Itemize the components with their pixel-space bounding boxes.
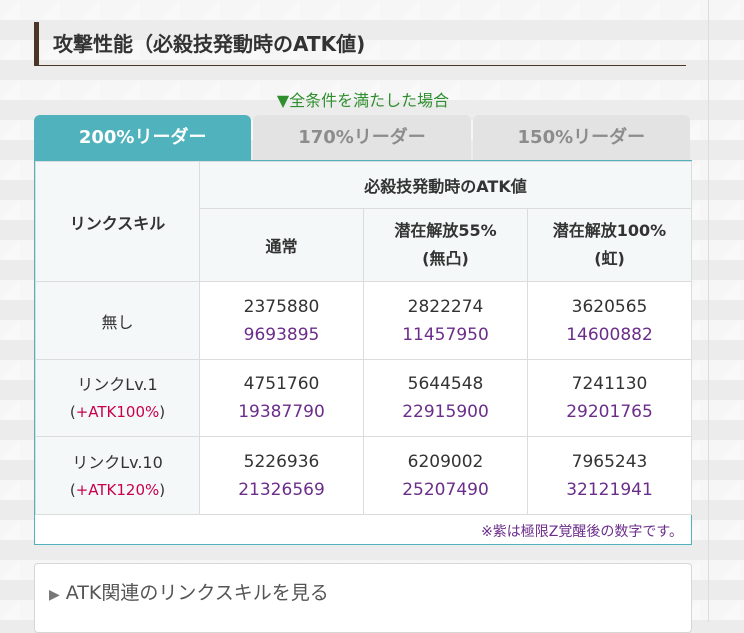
- atk-value: 4751760: [243, 374, 320, 394]
- col-header-label: 通常: [265, 237, 298, 256]
- atk-value-awakened: 29201765: [566, 402, 653, 422]
- value-cell: 5644548 22915900: [363, 359, 528, 437]
- expander-label: ATK関連のリンクスキルを見る: [65, 582, 329, 604]
- link-skill-expander[interactable]: ▶ ATK関連のリンクスキルを見る: [34, 563, 692, 633]
- row-label: 無し: [101, 312, 134, 332]
- value-cell: 4751760 19387790: [199, 359, 364, 437]
- tab-200-leader[interactable]: 200%リーダー: [34, 115, 252, 161]
- atk-value-awakened: 25207490: [402, 479, 489, 500]
- value-cell: 6209002 25207490: [363, 436, 528, 515]
- atk-group-header: 必殺技発動時のATK値: [198, 161, 693, 209]
- col-header-normal: 通常: [199, 208, 364, 282]
- col-header-sublabel: (虹): [594, 249, 625, 268]
- atk-value: 5644548: [407, 374, 484, 394]
- table-row: リンクLv.1 (+ATK100%) 4751760 19387790 5644…: [35, 359, 693, 437]
- atk-value: 5226936: [243, 451, 320, 472]
- paren-close: ): [159, 403, 166, 421]
- atk-table: リンクスキル 必殺技発動時のATK値 通常 潜在解放55% (無凸) 潜在解放1…: [35, 161, 693, 515]
- value-cell: 3620565 14600882: [526, 281, 693, 360]
- table-row: リンクLv.10 (+ATK120%) 5226936 21326569 620…: [35, 436, 693, 515]
- atk-value-awakened: 9693895: [243, 324, 320, 345]
- atk-value-awakened: 11457950: [402, 324, 489, 345]
- row-label: リンクLv.1: [77, 375, 158, 394]
- row-bonus: (+ATK120%): [36, 477, 199, 503]
- section-heading: 攻撃性能（必殺技発動時のATK値): [34, 22, 686, 66]
- atk-value-awakened: 19387790: [238, 402, 325, 422]
- row-header-link-lv10: リンクLv.10 (+ATK120%): [35, 436, 200, 515]
- value-cell: 5226936 21326569: [199, 436, 364, 515]
- atk-value: 2375880: [243, 296, 320, 317]
- bonus-text: +ATK120%: [75, 480, 160, 499]
- footnote: ※紫は極限Z覚醒後の数字です。: [481, 524, 683, 540]
- atk-value: 2822274: [407, 296, 484, 317]
- tab-150-leader[interactable]: 150%リーダー: [472, 115, 690, 161]
- value-cell: 7241130 29201765: [526, 359, 693, 437]
- row-label: リンクLv.10: [72, 452, 163, 472]
- atk-value: 7965243: [571, 451, 648, 472]
- atk-value-awakened: 32121941: [566, 479, 653, 500]
- col-header-potential-100: 潜在解放100% (虹): [526, 208, 693, 282]
- col-header-sublabel: (無凸): [422, 249, 469, 268]
- value-cell: 2375880 9693895: [199, 281, 364, 360]
- col-header-label: 潜在解放100%: [552, 221, 667, 240]
- bonus-text: +ATK100%: [75, 403, 160, 421]
- table-row: 無し 2375880 9693895 2822274 11457950 3620…: [35, 281, 693, 360]
- atk-value-awakened: 22915900: [402, 402, 489, 422]
- value-cell: 2822274 11457950: [363, 281, 528, 360]
- atk-value: 6209002: [407, 451, 484, 472]
- link-skill-header: リンクスキル: [35, 161, 200, 282]
- paren-close: ): [159, 480, 166, 499]
- tab-panel: リンクスキル 必殺技発動時のATK値 通常 潜在解放55% (無凸) 潜在解放1…: [34, 160, 693, 545]
- row-header-link-lv1: リンクLv.1 (+ATK100%): [35, 359, 200, 437]
- atk-value: 7241130: [571, 374, 648, 394]
- col-header-label: 潜在解放55%: [394, 221, 497, 240]
- atk-value: 3620565: [571, 296, 648, 317]
- row-header-none: 無し: [35, 281, 200, 360]
- triangle-right-icon: ▶: [49, 587, 60, 603]
- col-header-potential-55: 潜在解放55% (無凸): [363, 208, 528, 282]
- row-bonus: (+ATK100%): [36, 399, 199, 425]
- tab-170-leader[interactable]: 170%リーダー: [253, 115, 471, 161]
- leader-tabs: 200%リーダー 170%リーダー 150%リーダー: [34, 115, 690, 161]
- value-cell: 7965243 32121941: [526, 436, 693, 515]
- atk-value-awakened: 14600882: [566, 324, 653, 345]
- condition-note: ▼全条件を満たした場合: [276, 91, 450, 110]
- atk-value-awakened: 21326569: [238, 479, 325, 500]
